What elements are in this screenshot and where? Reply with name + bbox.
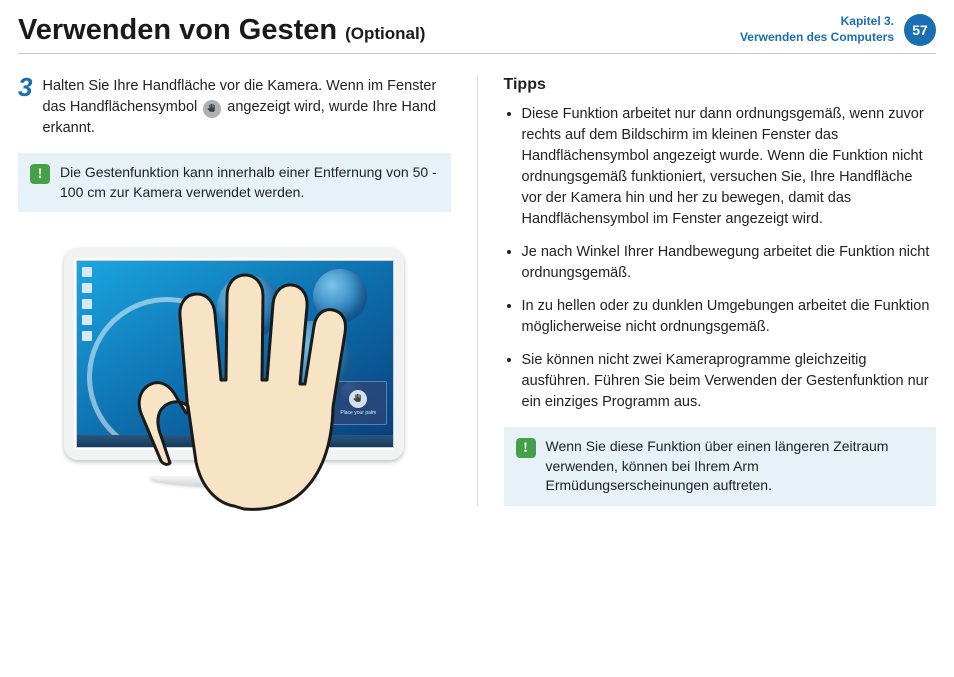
page-title: Verwenden von Gesten (Optional) bbox=[18, 14, 425, 47]
list-item: In zu hellen oder zu dunklen Umgebungen … bbox=[522, 296, 937, 338]
left-column: 3 Halten Sie Ihre Handfläche vor die Kam… bbox=[18, 76, 451, 506]
chapter-line1: Kapitel 3. bbox=[740, 14, 894, 30]
header-right: Kapitel 3. Verwenden des Computers 57 bbox=[740, 14, 936, 46]
distance-note-text: Die Gestenfunktion kann innerhalb einer … bbox=[60, 163, 439, 202]
tips-heading: Tipps bbox=[504, 76, 937, 94]
fatigue-note-text: Wenn Sie diese Funktion über einen länge… bbox=[546, 437, 925, 496]
step-number: 3 bbox=[18, 74, 32, 139]
alert-icon: ! bbox=[30, 164, 50, 184]
palm-icon bbox=[203, 100, 221, 118]
page-number-badge: 57 bbox=[904, 14, 936, 46]
palm-overlay-label: Place your palm bbox=[340, 411, 376, 417]
list-item: Diese Funktion arbeitet nur dann ordnung… bbox=[522, 104, 937, 230]
chapter-line2: Verwenden des Computers bbox=[740, 30, 894, 46]
page-header: Verwenden von Gesten (Optional) Kapitel … bbox=[18, 14, 936, 54]
palm-overlay-box: Place your palm bbox=[329, 381, 387, 425]
column-divider bbox=[477, 76, 478, 506]
title-optional: (Optional) bbox=[345, 24, 425, 44]
step-text: Halten Sie Ihre Handfläche vor die Kamer… bbox=[42, 76, 450, 139]
list-item: Je nach Winkel Ihrer Handbewegung arbeit… bbox=[522, 242, 937, 284]
palm-overlay-icon bbox=[349, 390, 367, 408]
chapter-label: Kapitel 3. Verwenden des Computers bbox=[740, 14, 894, 45]
list-item: Sie können nicht zwei Kameraprogramme gl… bbox=[522, 350, 937, 413]
tips-list: Diese Funktion arbeitet nur dann ordnung… bbox=[504, 104, 937, 413]
illustration: Place your palm bbox=[18, 248, 451, 486]
distance-note: ! Die Gestenfunktion kann innerhalb eine… bbox=[18, 153, 451, 212]
step-3: 3 Halten Sie Ihre Handfläche vor die Kam… bbox=[18, 76, 451, 139]
fatigue-note: ! Wenn Sie diese Funktion über einen län… bbox=[504, 427, 937, 506]
monitor-graphic: Place your palm bbox=[64, 248, 404, 486]
right-column: Tipps Diese Funktion arbeitet nur dann o… bbox=[504, 76, 937, 506]
title-text: Verwenden von Gesten bbox=[18, 14, 337, 47]
alert-icon: ! bbox=[516, 438, 536, 458]
